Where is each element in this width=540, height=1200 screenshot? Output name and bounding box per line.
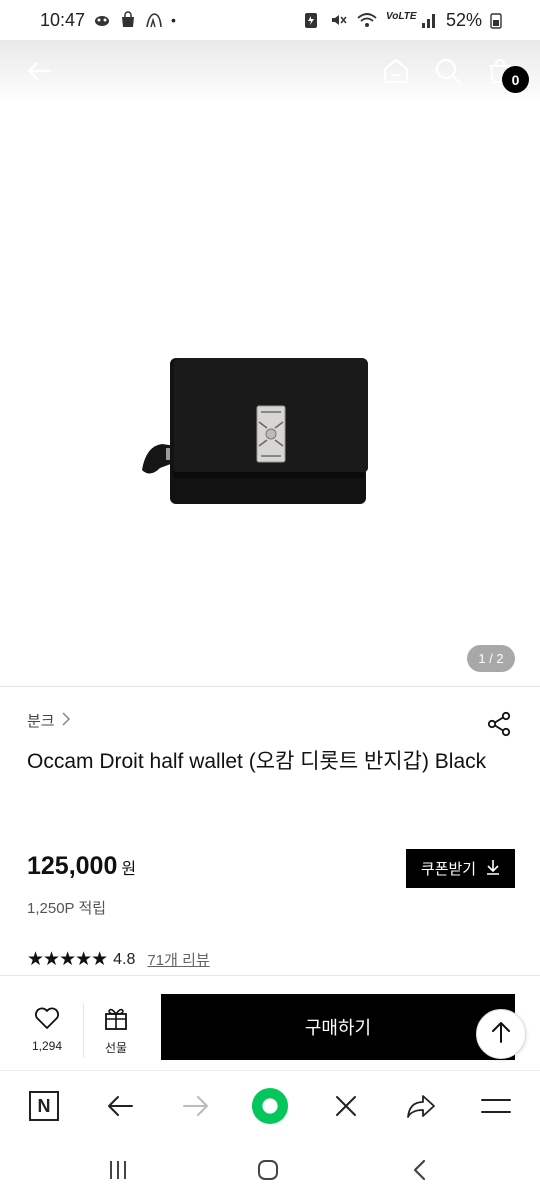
home-icon[interactable] — [379, 54, 413, 88]
battery-saver-icon — [304, 11, 322, 29]
product-gallery[interactable] — [0, 102, 540, 686]
scroll-to-top-button[interactable] — [476, 1009, 526, 1059]
rating-value: 4.8 — [113, 950, 136, 968]
battery-icon — [490, 11, 502, 29]
product-title: Occam Droit half wallet (오캄 디롯트 반지갑) Bla… — [27, 750, 487, 773]
status-dot: • — [171, 12, 176, 28]
wifi-icon — [356, 11, 378, 29]
chevron-right-icon — [61, 711, 71, 730]
status-left: 10:47 • — [40, 10, 176, 31]
like-count: 1,294 — [31, 1039, 63, 1053]
browser-toolbar: N — [0, 1070, 540, 1140]
browser-back-icon[interactable] — [101, 1087, 139, 1125]
naver-label: N — [29, 1091, 59, 1121]
naver-home-button[interactable]: N — [25, 1087, 63, 1125]
status-right: VoLTE 52% — [304, 10, 502, 31]
shopping-bag-icon — [119, 11, 137, 29]
battery-percent: 52% — [445, 9, 482, 30]
browser-share-icon[interactable] — [402, 1087, 440, 1125]
heart-icon — [34, 1006, 60, 1033]
back-arrow-icon[interactable] — [22, 54, 56, 88]
product-price: 125,000 — [27, 852, 118, 880]
star-rating-icons: ★★★★★ — [27, 949, 108, 970]
like-button[interactable]: 1,294 — [18, 1006, 76, 1054]
signal-icon — [420, 11, 438, 29]
notification-app-icon — [93, 11, 111, 29]
browser-forward-icon[interactable] — [177, 1087, 215, 1125]
status-time: 10:47 — [40, 9, 86, 30]
notification-app-icon-2 — [145, 11, 163, 29]
rating-row: ★★★★★ 4.8 71개 리뷰 — [27, 948, 210, 971]
system-navigation-bar — [0, 1140, 540, 1200]
divider — [83, 1003, 84, 1058]
reward-points: 1,250P 적립 — [27, 900, 107, 917]
search-icon[interactable] — [431, 54, 465, 88]
brand-link[interactable]: 분크 — [27, 710, 71, 731]
mute-icon — [330, 11, 348, 29]
buy-button[interactable]: 구매하기 — [161, 994, 515, 1060]
coupon-button[interactable]: 쿠폰받기 — [406, 849, 515, 888]
wallet-product-image — [140, 350, 372, 506]
gift-button[interactable]: 선물 — [90, 1006, 142, 1055]
gift-icon — [103, 1006, 129, 1033]
gallery-pager: 1 / 2 — [467, 645, 515, 672]
brand-name: 분크 — [27, 713, 55, 730]
cart-count-badge[interactable]: 0 — [502, 66, 529, 93]
menu-icon[interactable] — [477, 1087, 515, 1125]
review-count-link[interactable]: 71개 리뷰 — [147, 949, 209, 970]
divider — [0, 686, 540, 687]
home-button-icon[interactable] — [253, 1156, 283, 1184]
recent-apps-icon[interactable] — [103, 1156, 133, 1184]
volte-icon: VoLTE — [385, 11, 417, 22]
purchase-bar: 1,294 선물 구매하기 — [0, 975, 540, 1070]
back-nav-icon[interactable] — [405, 1156, 435, 1184]
app-header — [0, 40, 540, 102]
currency-unit: 원 — [121, 861, 137, 878]
gift-label: 선물 — [104, 1041, 128, 1055]
download-icon — [486, 859, 500, 879]
coupon-label: 쿠폰받기 — [420, 861, 477, 878]
price-row: 125,000 원 — [27, 852, 136, 881]
green-dot-home-icon[interactable] — [251, 1087, 289, 1125]
close-icon[interactable] — [327, 1087, 365, 1125]
arrow-up-icon — [490, 1020, 512, 1049]
status-bar: 10:47 • VoLTE 52% — [0, 0, 540, 40]
share-icon[interactable] — [486, 711, 512, 737]
